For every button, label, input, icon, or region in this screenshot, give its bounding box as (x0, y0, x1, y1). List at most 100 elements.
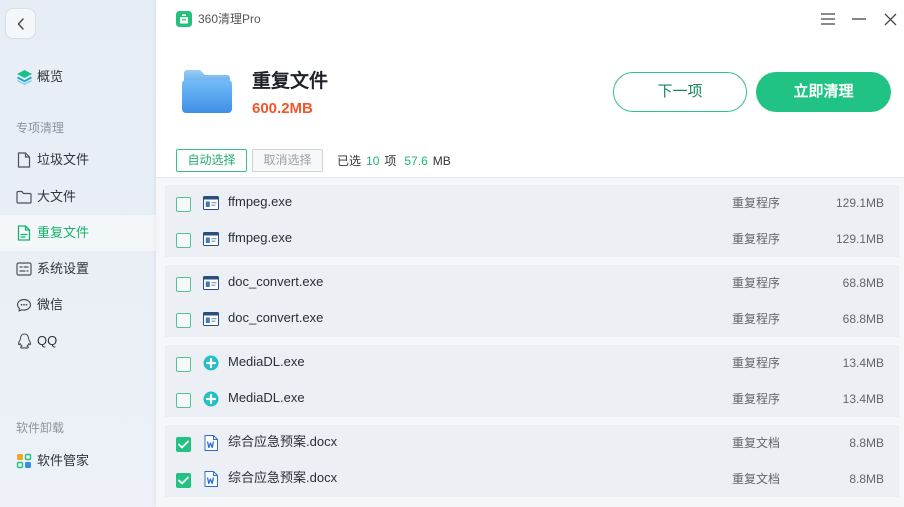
section-title-uninstall: 软件卸载 (16, 421, 65, 435)
file-name: doc_convert.exe (228, 310, 324, 325)
row-checkbox[interactable] (176, 357, 191, 372)
file-type: 重复文档 (732, 472, 781, 486)
settings-icon (15, 261, 33, 277)
app-grid-icon (15, 453, 33, 469)
file-icon (15, 152, 33, 168)
row-checkbox[interactable] (176, 313, 191, 328)
duplicate-group: doc_convert.exe 重复程序 68.8MB doc_convert.exe… (165, 265, 899, 337)
sidebar-item-wechat[interactable]: 微信 (0, 287, 156, 323)
selection-summary: 已选 10 项 57.6 MB (337, 153, 456, 169)
file-size: 68.8MB (842, 312, 884, 326)
file-name: ffmpeg.exe (228, 230, 293, 245)
wechat-icon (15, 297, 33, 313)
exe-icon (203, 195, 219, 211)
sidebar-item-label: 概览 (37, 69, 64, 84)
word-doc-icon (203, 471, 219, 487)
file-row[interactable]: doc_convert.exe 重复程序 68.8MB (165, 265, 899, 301)
sidebar-item-label: 大文件 (37, 189, 77, 204)
folder-icon (15, 189, 33, 205)
file-size: 8.8MB (849, 472, 884, 486)
row-checkbox[interactable] (176, 197, 191, 212)
sidebar-item-junk-files[interactable]: 垃圾文件 (0, 142, 156, 178)
sidebar-item-label: 垃圾文件 (37, 152, 90, 167)
file-name: ffmpeg.exe (228, 194, 293, 209)
page-title: 重复文件 (252, 71, 329, 92)
sidebar-item-system-settings[interactable]: 系统设置 (0, 251, 156, 287)
back-button[interactable] (5, 8, 36, 39)
exe-icon (203, 231, 219, 247)
file-name: doc_convert.exe (228, 274, 324, 289)
row-checkbox[interactable] (176, 393, 191, 408)
row-checkbox[interactable] (176, 437, 191, 452)
section-title-special-clean: 专项清理 (16, 121, 65, 135)
file-type: 重复程序 (732, 196, 781, 210)
file-row[interactable]: MediaDL.exe 重复程序 13.4MB (165, 381, 899, 417)
mediadl-icon (203, 355, 219, 371)
total-size: 600.2MB (252, 100, 313, 117)
row-checkbox[interactable] (176, 277, 191, 292)
file-size: 129.1MB (835, 196, 884, 210)
row-checkbox[interactable] (176, 233, 191, 248)
next-item-button[interactable]: 下一项 (613, 72, 747, 112)
file-type: 重复文档 (732, 436, 781, 450)
file-row[interactable]: MediaDL.exe 重复程序 13.4MB (165, 345, 899, 381)
menu-icon[interactable] (820, 11, 836, 27)
app-title: 360清理Pro (198, 12, 261, 26)
sidebar-item-overview[interactable]: 概览 (0, 59, 156, 95)
app-window: 概览 专项清理 垃圾文件 大文件 重复文件 系统设置 微信 QQ 软件卸载 软件… (0, 0, 904, 507)
file-type: 重复程序 (732, 312, 781, 326)
cancel-select-button[interactable]: 取消选择 (252, 149, 323, 172)
app-logo-icon (176, 11, 192, 27)
sidebar-item-large-files[interactable]: 大文件 (0, 179, 156, 215)
clean-now-button[interactable]: 立即清理 (756, 72, 891, 112)
file-size: 13.4MB (842, 356, 884, 370)
duplicate-file-icon (15, 225, 33, 241)
file-row[interactable]: ffmpeg.exe 重复程序 129.1MB (165, 185, 899, 221)
file-row[interactable]: doc_convert.exe 重复程序 68.8MB (165, 301, 899, 337)
duplicate-group: ffmpeg.exe 重复程序 129.1MB ffmpeg.exe 重复程序 129.1… (165, 185, 899, 257)
file-name: MediaDL.exe (228, 390, 305, 405)
file-type: 重复程序 (732, 276, 781, 290)
file-type: 重复程序 (732, 356, 781, 370)
main-panel: 360清理Pro 重复文件 600.2MB 下一项 立即清理 自动选择 取消选择… (156, 0, 904, 507)
folder-large-icon (182, 69, 232, 113)
qq-icon (15, 333, 33, 349)
sidebar: 概览 专项清理 垃圾文件 大文件 重复文件 系统设置 微信 QQ 软件卸载 软件… (0, 0, 156, 507)
file-type: 重复程序 (732, 232, 781, 246)
file-type: 重复程序 (732, 392, 781, 406)
row-checkbox[interactable] (176, 473, 191, 488)
file-row[interactable]: 综合应急预案.docx 重复文档 8.8MB (165, 425, 899, 461)
file-row[interactable]: ffmpeg.exe 重复程序 129.1MB (165, 221, 899, 257)
duplicate-group: MediaDL.exe 重复程序 13.4MB MediaDL.exe 重复程序 13.4… (165, 345, 899, 417)
file-row[interactable]: 综合应急预案.docx 重复文档 8.8MB (165, 461, 899, 497)
file-name: MediaDL.exe (228, 354, 305, 369)
checkmark-icon (178, 440, 189, 449)
close-icon[interactable] (882, 11, 898, 27)
file-name: 综合应急预案.docx (228, 434, 338, 449)
size-unit: MB (432, 154, 451, 168)
sidebar-item-software-manager[interactable]: 软件管家 (0, 443, 156, 479)
duplicate-group: 综合应急预案.docx 重复文档 8.8MB 综合应急预案.docx 重复文档 8.8MB (165, 425, 899, 497)
auto-select-button[interactable]: 自动选择 (176, 149, 247, 172)
selected-prefix: 已选 (337, 154, 362, 168)
mediadl-icon (203, 391, 219, 407)
word-doc-icon (203, 435, 219, 451)
exe-icon (203, 311, 219, 327)
file-size: 129.1MB (835, 232, 884, 246)
sidebar-item-label: 重复文件 (37, 225, 90, 240)
sidebar-item-label: QQ (37, 333, 58, 348)
file-size: 8.8MB (849, 436, 884, 450)
chevron-left-icon (17, 17, 24, 30)
layers-icon (15, 69, 33, 85)
sidebar-item-label: 系统设置 (37, 261, 90, 276)
count-unit: 项 (384, 154, 397, 168)
checkmark-icon (178, 476, 189, 485)
sidebar-item-label: 微信 (37, 297, 64, 312)
file-size: 13.4MB (842, 392, 884, 406)
sidebar-item-qq[interactable]: QQ (0, 323, 156, 359)
duplicate-file-list[interactable]: ffmpeg.exe 重复程序 129.1MB ffmpeg.exe 重复程序 129.1… (156, 178, 904, 507)
minimize-icon[interactable] (851, 11, 867, 27)
file-size: 68.8MB (842, 276, 884, 290)
sidebar-item-duplicate-files[interactable]: 重复文件 (0, 215, 156, 251)
file-name: 综合应急预案.docx (228, 470, 338, 485)
